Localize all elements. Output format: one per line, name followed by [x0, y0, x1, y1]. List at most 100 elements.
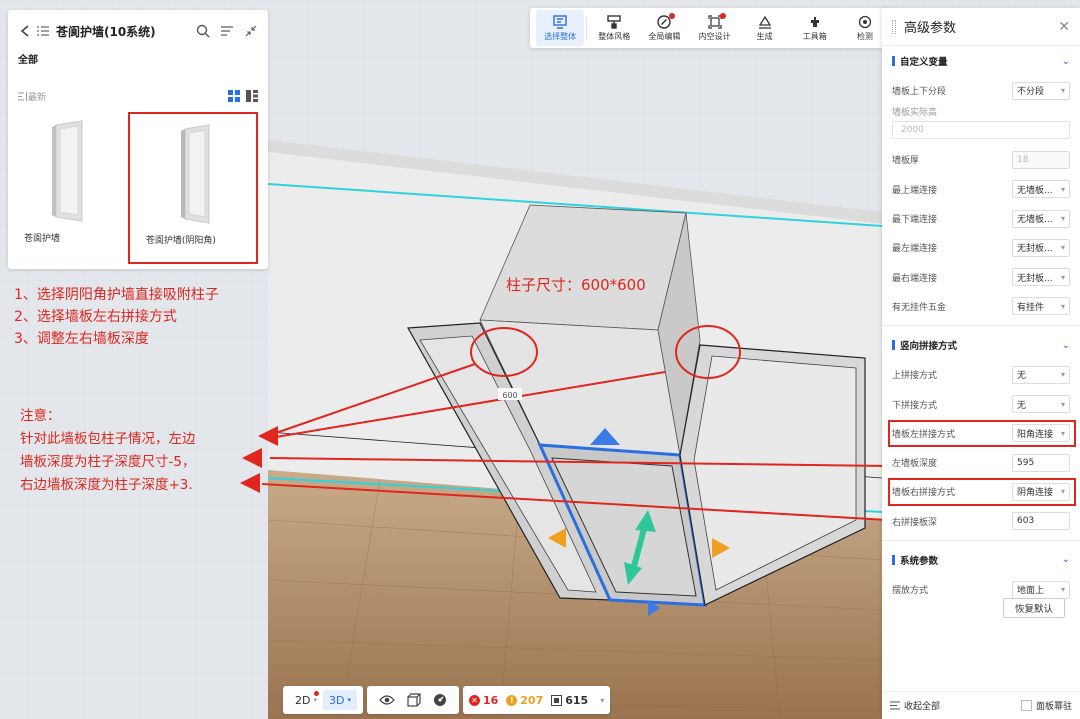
param-label: 上拼接方式	[892, 371, 938, 382]
param-select[interactable]: 无封板...	[1012, 268, 1070, 287]
param-value: 无	[1017, 371, 1027, 382]
filter-icon[interactable]	[218, 22, 236, 40]
warning-badge[interactable]: ! 207	[506, 694, 543, 707]
param-label: 最左端连接	[892, 244, 938, 255]
param-row-highlighted: 墙板左拼接方式 阳角连接	[888, 419, 1076, 448]
search-icon[interactable]	[194, 22, 212, 40]
instruction-annotation: 1、选择阴阳角护墙直接吸附柱子 2、选择墙板左右拼接方式 3、调整左右墙板深度	[14, 284, 219, 350]
view-2d-button[interactable]: 2D ▾	[289, 690, 323, 710]
warning-icon: !	[506, 694, 518, 706]
chevron-down-icon[interactable]: ▾	[600, 696, 604, 705]
param-row: 墙板厚 18	[892, 145, 1070, 174]
chevron-down-icon[interactable]: ⌄	[1062, 340, 1070, 351]
param-row: 左墙板深度 595	[892, 448, 1070, 477]
param-value: 无	[1017, 400, 1027, 411]
view-2d-label: 2D	[295, 693, 311, 707]
cube-view-button[interactable]	[401, 690, 427, 710]
param-input-disabled: 2000	[892, 121, 1070, 140]
restore-default-button[interactable]: 恢复默认	[1003, 598, 1065, 618]
sort-button[interactable]: 最新	[18, 90, 228, 103]
param-label: 左墙板深度	[892, 459, 938, 470]
param-value: 18	[1017, 154, 1029, 165]
param-row: 最下端连接 无墙板...	[892, 204, 1070, 233]
visibility-button[interactable]	[373, 690, 401, 710]
param-value: 2000	[901, 125, 924, 136]
component-card[interactable]: 苍阆护墙	[18, 112, 118, 264]
param-select[interactable]: 无墙板...	[1012, 209, 1070, 228]
note-title: 注意：	[20, 408, 61, 424]
note-annotation: 注意： 针对此墙板包柱子情况，左边 墙板深度为柱子深度尺寸-5， 右边墙板深度为…	[20, 405, 196, 497]
grid-view-icon[interactable]	[228, 90, 240, 102]
param-label: 墙板上下分段	[892, 87, 947, 98]
style-button[interactable]: 整体风格	[589, 10, 639, 46]
param-row: 最上端连接 无墙板...	[892, 175, 1070, 204]
panel-title: 高级参数	[904, 21, 957, 36]
toolbox-button[interactable]: 工具箱	[790, 10, 840, 46]
section-header[interactable]: 系统参数 ⌄	[892, 545, 1070, 575]
param-select[interactable]: 无	[1012, 365, 1070, 384]
param-row: 最左端连接 无封板...	[892, 233, 1070, 262]
select-all-button[interactable]: 选择整体	[536, 10, 585, 46]
param-select[interactable]: 不分段	[1012, 81, 1070, 100]
error-badge[interactable]: ✕ 16	[468, 694, 498, 707]
collapse-all-icon	[890, 701, 900, 710]
global-edit-button[interactable]: 全局编辑	[639, 10, 689, 46]
param-value: 603	[1017, 516, 1035, 527]
param-select[interactable]: 有挂件	[1012, 297, 1070, 316]
list-icon[interactable]	[34, 22, 52, 40]
notification-dot	[313, 691, 319, 696]
close-icon[interactable]: ✕	[1058, 19, 1070, 35]
inner-design-button[interactable]: 内空设计	[689, 10, 739, 46]
note-line: 右边墙板深度为柱子深度+3.	[20, 477, 193, 493]
param-select[interactable]: 无	[1012, 395, 1070, 414]
placement-select[interactable]: 地面上	[1012, 580, 1070, 599]
param-row: 上拼接方式 无	[892, 360, 1070, 389]
chevron-down-icon[interactable]: ⌄	[1062, 554, 1070, 565]
param-label: 最下端连接	[892, 215, 938, 226]
view-3d-label: 3D	[328, 693, 345, 707]
param-label: 有无挂件五金	[892, 302, 947, 313]
component-thumbnail	[18, 112, 118, 232]
top-toolbar: 选择整体 整体风格 全局编辑 内空设计 生成 工具箱 检测	[530, 8, 890, 48]
instruction-line: 3、调整左右墙板深度	[14, 331, 149, 347]
column-size-annotation: 柱子尺寸：600*600	[506, 276, 646, 294]
left-depth-input[interactable]: 595	[1012, 453, 1070, 472]
right-depth-input[interactable]: 603	[1012, 512, 1070, 531]
view-3d-button[interactable]: 3D ▾	[322, 690, 357, 710]
generate-button[interactable]: 生成	[740, 10, 790, 46]
item-count-badge[interactable]: 615	[551, 694, 588, 707]
panel-header: 高级参数 ✕	[882, 8, 1080, 46]
panel-header: 苍阆护墙(10系统)	[8, 10, 268, 52]
advanced-params-panel: 高级参数 ✕ 自定义变量 ⌄ 墙板上下分段 不分段 墙板实际高 2000 墙板厚…	[882, 8, 1080, 719]
section-title: 自定义变量	[900, 57, 948, 68]
section-header[interactable]: 自定义变量 ⌄	[892, 46, 1070, 76]
drag-handle-icon[interactable]	[892, 19, 896, 34]
sort-label: 最新	[28, 92, 47, 103]
collapse-all-button[interactable]: 收起全部	[890, 699, 1021, 712]
back-icon[interactable]	[16, 22, 34, 40]
category-all[interactable]: 全部	[8, 52, 268, 70]
collapse-icon[interactable]	[242, 22, 260, 40]
toolbar-label: 检测	[856, 31, 873, 41]
render-button[interactable]	[427, 690, 453, 710]
section-title: 系统参数	[900, 555, 939, 567]
detail-view-icon[interactable]	[246, 90, 258, 102]
gauge-icon	[433, 694, 446, 706]
param-row: 右拼接板深 603	[892, 507, 1070, 536]
status-group[interactable]: ✕ 16 ! 207 615 ▾	[462, 686, 611, 714]
component-card-selected[interactable]: 苍阆护墙(阴阳角)	[127, 112, 258, 264]
style-icon	[607, 14, 621, 29]
highlight-box	[888, 419, 1076, 447]
panel-pin-checkbox[interactable]	[1020, 700, 1032, 711]
panel-title: 苍阆护墙(10系统)	[56, 24, 156, 39]
section-header[interactable]: 竖向拼接方式 ⌄	[892, 330, 1070, 360]
generate-icon	[758, 15, 771, 29]
section-marker	[892, 340, 895, 351]
param-select[interactable]: 无墙板...	[1012, 180, 1070, 199]
chevron-down-icon[interactable]: ⌄	[1062, 56, 1070, 67]
notification-dot	[719, 13, 726, 19]
param-select[interactable]: 无封板...	[1012, 238, 1070, 257]
notification-dot	[669, 13, 676, 19]
panel-pin-label: 面板幂驻	[1035, 702, 1072, 712]
note-line: 墙板深度为柱子深度尺寸-5，	[20, 454, 196, 470]
